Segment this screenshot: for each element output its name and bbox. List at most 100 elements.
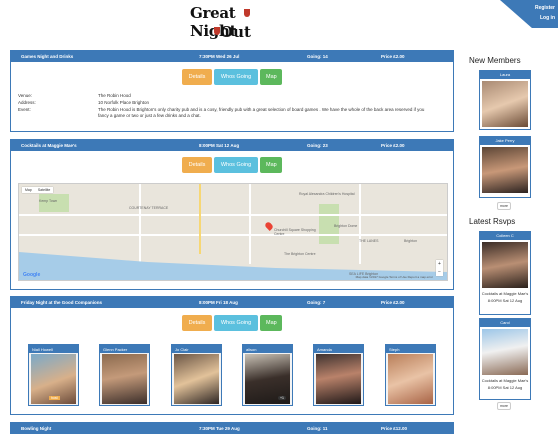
event-map[interactable]: Map Satellite Kemp Town COURTENAY TERRAC…: [18, 183, 448, 281]
attendee-photo: [174, 354, 219, 404]
map-tab-satellite[interactable]: Satellite: [35, 187, 53, 193]
event-going: Going: 11: [307, 426, 328, 431]
rsvp-name: Colleen C: [480, 232, 530, 240]
event-header[interactable]: Bowling Night 7:30PM Tue 29 Aug Going: 1…: [11, 423, 453, 434]
event-card: Cocktails at Maggie Mae's 8:00PM Sat 12 …: [10, 139, 454, 290]
event-title[interactable]: Cocktails at Maggie Mae's: [21, 143, 77, 148]
details-button[interactable]: Details: [182, 315, 212, 331]
map-place-label: COURTENAY TERRACE: [129, 206, 169, 210]
map-button[interactable]: Map: [260, 69, 282, 85]
event-card: Games Night and Drinks 7:30PM Wed 26 Jul…: [10, 50, 454, 132]
map-place-label: The Brighton Centre: [284, 252, 316, 256]
map-park: [39, 194, 69, 212]
attendee-card[interactable]: Jo Clair: [171, 344, 222, 406]
details-button[interactable]: Details: [182, 69, 212, 85]
host-badge: host: [49, 396, 60, 400]
attendee-photo: [388, 354, 433, 404]
rsvp-card[interactable]: Colleen C Cocktails at Maggie Mae's 8:00…: [479, 231, 531, 315]
event-date: 7:30PM Tue 29 Aug: [199, 426, 240, 431]
member-card[interactable]: Laura: [479, 70, 531, 130]
attendee-card[interactable]: Amanda: [313, 344, 364, 406]
more-members-button[interactable]: more: [497, 202, 511, 210]
event-header[interactable]: Games Night and Drinks 7:30PM Wed 26 Jul…: [11, 51, 453, 62]
venue-value: The Robin Hood: [98, 93, 131, 98]
latest-rsvps-heading: Latest Rsvps: [469, 217, 516, 226]
map-road: [19, 234, 447, 236]
attendee-photo: [102, 354, 147, 404]
event-price: Price £2.00: [381, 143, 405, 148]
map-place-label: Brighton: [404, 239, 418, 243]
whos-going-button[interactable]: Whos Going: [214, 157, 258, 173]
member-name: Jake Perry: [480, 137, 530, 145]
wine-glass-icon: [244, 9, 250, 17]
map-road: [359, 184, 361, 264]
event-price: Price £2.00: [381, 54, 405, 59]
event-going: Going: 23: [307, 143, 328, 148]
rsvp-name: Carol: [480, 319, 530, 327]
whos-going-button[interactable]: Whos Going: [214, 69, 258, 85]
map-road: [249, 184, 251, 264]
map-road: [139, 184, 141, 264]
map-logo: Google: [23, 272, 41, 278]
event-date: 7:30PM Wed 26 Jul: [199, 54, 240, 59]
member-name: Laura: [480, 71, 530, 79]
map-place-label: Churchill Square Shopping Centre: [274, 228, 316, 236]
event-actions: Details Whos Going Map: [182, 315, 282, 331]
more-rsvps-button[interactable]: more: [497, 402, 511, 410]
member-card[interactable]: Jake Perry: [479, 136, 531, 198]
event-going: Going: 7: [307, 300, 326, 305]
event-date: 8:00PM Fri 18 Aug: [199, 300, 238, 305]
rsvp-photo: [482, 329, 528, 375]
details-button[interactable]: Details: [182, 157, 212, 173]
wine-glass-icon: [214, 27, 220, 35]
site-logo[interactable]: Great Night Out: [190, 4, 274, 46]
map-sea: [19, 252, 447, 280]
event-title[interactable]: Friday Night at the Good Companions: [21, 300, 102, 305]
attendee-card[interactable]: Glenn Packer: [99, 344, 150, 406]
event-going: Going: 14: [307, 54, 328, 59]
login-link[interactable]: Log in: [540, 15, 555, 21]
attendee-name: Niall Howell: [29, 345, 78, 353]
map-tab-map[interactable]: Map: [22, 187, 35, 193]
rsvp-date: 8:00PM Sat 12 Aug: [487, 298, 523, 303]
map-zoom-control[interactable]: + −: [436, 260, 443, 276]
event-date: 8:00PM Sat 12 Aug: [199, 143, 240, 148]
logo-line2: Out: [220, 23, 251, 41]
attendee-card[interactable]: Steph: [385, 344, 436, 406]
event-card: Bowling Night 7:30PM Tue 29 Aug Going: 1…: [10, 422, 454, 434]
event-header[interactable]: Friday Night at the Good Companions 8:00…: [11, 297, 453, 308]
rsvp-date: 8:00PM Sat 12 Aug: [487, 385, 523, 390]
event-price: Price £12.00: [381, 426, 408, 431]
map-place-label: Royal Alexandra Children's Hospital: [299, 192, 355, 196]
event-title[interactable]: Bowling Night: [21, 426, 51, 431]
event-title[interactable]: Games Night and Drinks: [21, 54, 73, 59]
whos-going-button[interactable]: Whos Going: [214, 315, 258, 331]
attendee-name: Steph: [386, 345, 435, 353]
address-label: Address:: [18, 100, 36, 105]
map-pin-icon[interactable]: [264, 221, 274, 231]
attendee-name: Jo Clair: [172, 345, 221, 353]
event-actions: Details Whos Going Map: [182, 157, 282, 173]
map-button[interactable]: Map: [260, 157, 282, 173]
map-road: [19, 214, 447, 216]
attendee-name: alison: [243, 345, 292, 353]
attendee-photo: [316, 354, 361, 404]
event-price: Price £2.00: [381, 300, 405, 305]
member-photo: [482, 81, 528, 127]
attendee-card[interactable]: Niall Howell host: [28, 344, 79, 406]
venue-label: Venue:: [18, 93, 33, 98]
attendee-name: Glenn Packer: [100, 345, 149, 353]
rsvp-card[interactable]: Carol Cocktails at Maggie Mae's 8:00PM S…: [479, 318, 531, 400]
register-link[interactable]: Register: [535, 5, 555, 11]
event-header[interactable]: Cocktails at Maggie Mae's 8:00PM Sat 12 …: [11, 140, 453, 151]
event-card: Friday Night at the Good Companions 8:00…: [10, 296, 454, 415]
attendee-card[interactable]: alison +1: [242, 344, 293, 406]
map-attribution[interactable]: Map data ©2017 Google Terms of Use Repor…: [356, 275, 433, 279]
rsvp-photo: [482, 242, 528, 288]
map-place-label: THE LANES: [359, 239, 379, 243]
member-photo: [482, 147, 528, 193]
plus-one-badge: +1: [278, 396, 286, 400]
map-button[interactable]: Map: [260, 315, 282, 331]
rsvp-event: Cocktails at Maggie Mae's: [481, 378, 529, 383]
attendee-name: Amanda: [314, 345, 363, 353]
